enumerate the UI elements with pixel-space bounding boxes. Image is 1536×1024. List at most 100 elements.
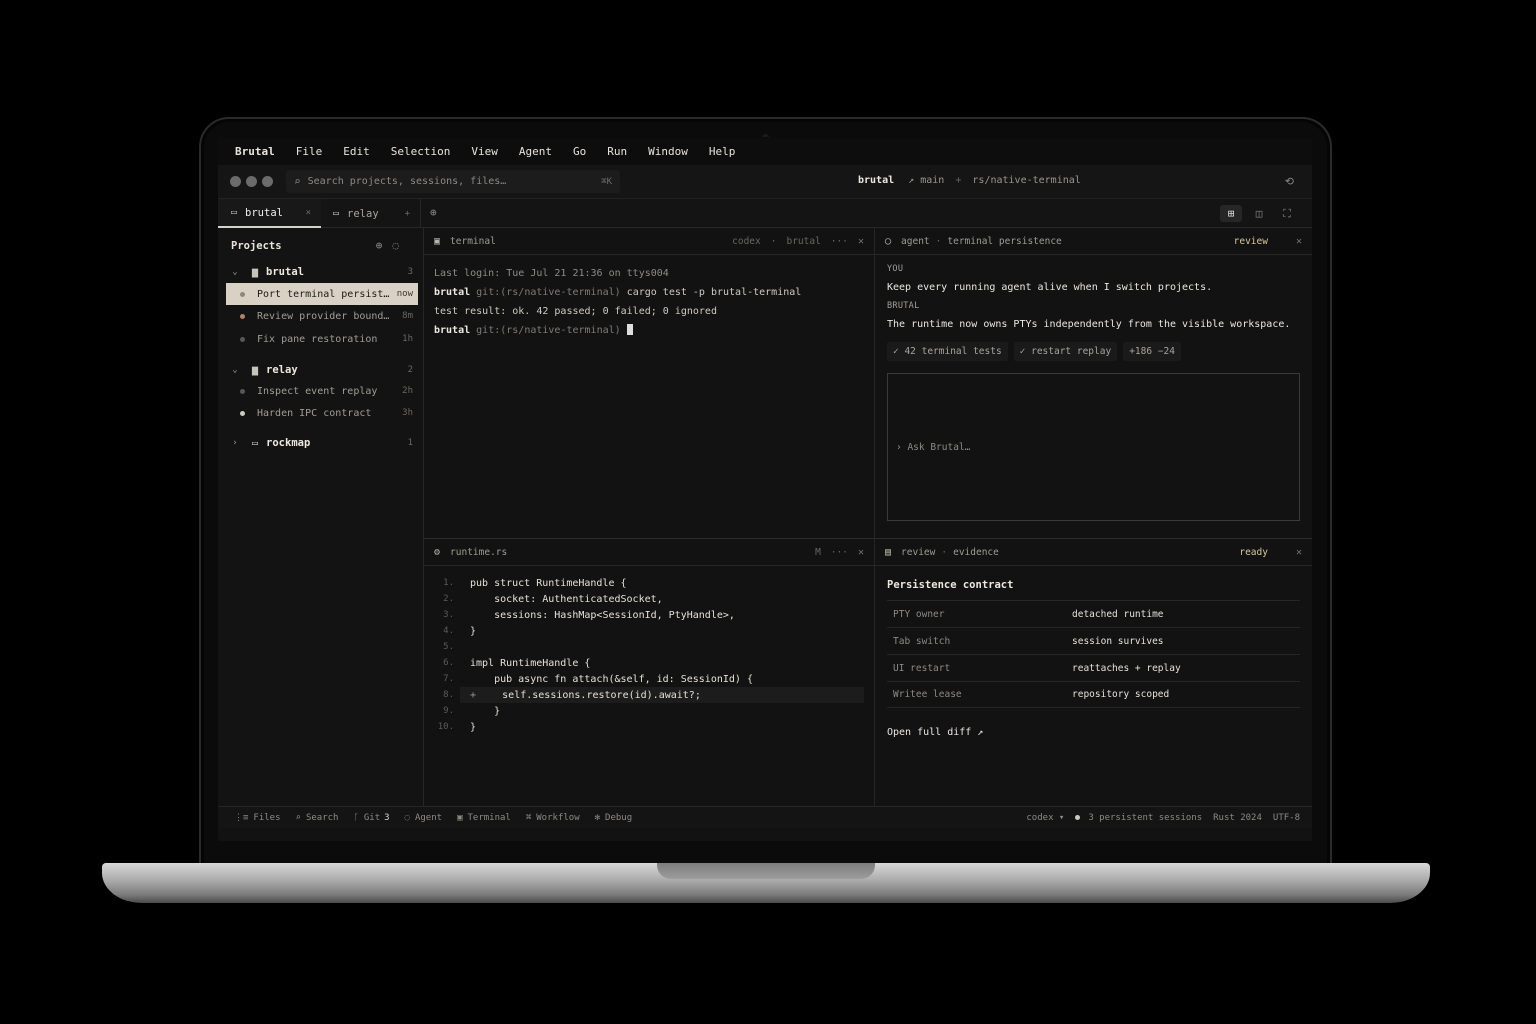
chevron-right-icon[interactable]: ›	[226, 438, 244, 448]
diff-added-marker: +	[470, 689, 477, 701]
dot-separator: ·	[770, 235, 777, 247]
row-value: session survives	[1072, 635, 1164, 647]
terminal-cursor	[626, 324, 633, 335]
search-input[interactable]: ⌕ Search projects, sessions, files… ⌘K	[286, 170, 620, 193]
provider-select[interactable]: codex ▾	[1026, 813, 1064, 823]
menu-file[interactable]: File	[296, 145, 323, 158]
menu-help[interactable]: Help	[709, 145, 736, 158]
menu-app[interactable]: Brutal	[235, 145, 275, 158]
session-title: Inspect event replay	[257, 385, 378, 397]
rust-file-icon: ⚙	[434, 546, 441, 558]
session-item[interactable]: Inspect event replay 2h	[226, 380, 418, 402]
session-title: Review provider bound…	[257, 310, 390, 322]
agent-title: agent	[901, 235, 930, 247]
status-debug[interactable]: ✻ Debug	[595, 813, 633, 823]
menu-selection[interactable]: Selection	[391, 145, 451, 158]
new-folder-icon[interactable]: ⊕	[430, 206, 437, 219]
fullscreen-icon[interactable]: ⛶	[1276, 205, 1298, 222]
status-git[interactable]: ᚴ Git 3	[353, 813, 389, 823]
status-badge: review	[1233, 235, 1268, 247]
close-icon[interactable]: ×	[306, 208, 311, 218]
tab-relay[interactable]: ▭ relay +	[321, 199, 421, 228]
code-line: 5.	[424, 639, 874, 655]
breadcrumb-branch[interactable]: main	[920, 175, 944, 186]
evidence-pane: ▤ review · evidence ready ✕ Persistence …	[875, 539, 1312, 806]
tab-brutal[interactable]: ▭ brutal ×	[218, 199, 321, 228]
project-brutal[interactable]: ⌄ ▆ brutal 3	[218, 262, 424, 282]
session-time: 2h	[402, 386, 413, 396]
session-item[interactable]: Review provider bound… 8m	[226, 305, 418, 327]
menu-edit[interactable]: Edit	[343, 145, 370, 158]
sync-icon[interactable]: ⟲	[1285, 175, 1294, 188]
status-search[interactable]: ⌕ Search	[296, 813, 339, 823]
more-icon[interactable]: ···	[831, 236, 848, 247]
title-bar: ⌕ Search projects, sessions, files… ⌘K b…	[218, 165, 1312, 199]
language-mode[interactable]: Rust 2024	[1213, 813, 1262, 823]
code-line: 4.}	[424, 623, 874, 639]
row-key: Tab switch	[893, 635, 951, 647]
sidebar-title: Projects	[231, 240, 282, 252]
diff-stat-chip[interactable]: +186 −24	[1123, 342, 1181, 361]
code-text: }	[470, 705, 501, 717]
chat-icon: ◌	[404, 812, 410, 823]
code-line: 9. }	[424, 703, 874, 719]
close-icon[interactable]: ✕	[858, 547, 864, 558]
replay-chip[interactable]: ✓ restart replay	[1013, 342, 1118, 361]
line-number: 9.	[443, 706, 454, 716]
menu-view[interactable]: View	[471, 145, 498, 158]
chat-icon[interactable]: ◌	[392, 239, 409, 252]
close-icon[interactable]: ✕	[1296, 547, 1302, 558]
user-message: Keep every running agent alive when I sw…	[887, 282, 1213, 293]
minimize-window-button[interactable]	[246, 176, 257, 187]
open-full-diff-link[interactable]: Open full diff ↗	[887, 727, 983, 738]
row-key: Writee lease	[893, 689, 962, 700]
zoom-window-button[interactable]	[262, 176, 273, 187]
prompt-branch: git:(rs/native-terminal)	[476, 325, 621, 336]
close-window-button[interactable]	[230, 176, 241, 187]
agent-pane: ◯ agent · terminal persistence review ✕ …	[875, 228, 1312, 539]
branch-icon: ↗	[908, 175, 915, 186]
session-item[interactable]: Fix pane restoration 1h	[226, 328, 418, 350]
session-item[interactable]: Harden IPC contract 3h	[226, 402, 418, 424]
status-agent[interactable]: ◌ Agent	[405, 813, 443, 823]
tests-chip[interactable]: ✓ 42 terminal tests	[887, 342, 1008, 361]
terminal-provider: codex	[732, 235, 761, 247]
line-number: 2.	[443, 594, 454, 604]
chevron-down-icon[interactable]: ⌄	[226, 267, 244, 277]
prompt: brutal	[434, 287, 471, 298]
session-item[interactable]: Port terminal persist… now	[226, 283, 418, 305]
menu-agent[interactable]: Agent	[519, 145, 552, 158]
project-rockmap[interactable]: › ▭ rockmap 1	[218, 433, 424, 453]
chevron-down-icon[interactable]: ⌄	[226, 365, 244, 375]
session-status-dot	[240, 313, 245, 319]
editor-filename[interactable]: runtime.rs	[450, 547, 507, 558]
project-count: 3	[407, 267, 413, 277]
breadcrumb-project[interactable]: brutal	[858, 175, 894, 186]
status-label: Debug	[605, 812, 633, 823]
ask-input[interactable]: › Ask Brutal…	[887, 373, 1300, 521]
terminal-output[interactable]: Last login: Tue Jul 21 21:36 on ttys004 …	[434, 264, 801, 340]
code-view[interactable]: 1. pub struct RuntimeHandle { 2. socket: …	[424, 575, 874, 735]
menu-window[interactable]: Window	[648, 145, 688, 158]
status-files[interactable]: ⋮≡ Files	[234, 813, 281, 823]
line-number: 1.	[443, 578, 454, 588]
menu-run[interactable]: Run	[607, 145, 627, 158]
close-icon[interactable]: ✕	[858, 236, 864, 247]
grid-layout-icon[interactable]: ⊞	[1220, 205, 1242, 222]
menu-go[interactable]: Go	[573, 145, 586, 158]
status-terminal[interactable]: ▣ Terminal	[457, 813, 511, 823]
search-shortcut: ⌘K	[601, 176, 612, 187]
terminal-project: brutal	[786, 235, 821, 247]
split-layout-icon[interactable]: ◫	[1248, 205, 1270, 222]
add-tab-icon[interactable]: +	[405, 209, 410, 219]
close-icon[interactable]: ✕	[1296, 236, 1302, 247]
new-session-icon[interactable]: ⊕	[376, 239, 393, 252]
encoding[interactable]: UTF-8	[1273, 813, 1300, 823]
more-icon[interactable]: ···	[831, 547, 848, 558]
status-workflow[interactable]: ⌘ Workflow	[526, 813, 580, 823]
folder-icon: ▆	[252, 266, 259, 278]
status-label: Search	[305, 812, 339, 823]
project-relay[interactable]: ⌄ ▆ relay 2	[218, 360, 424, 380]
you-label: YOU	[887, 264, 904, 274]
breadcrumb-path[interactable]: rs/native-terminal	[972, 175, 1080, 186]
